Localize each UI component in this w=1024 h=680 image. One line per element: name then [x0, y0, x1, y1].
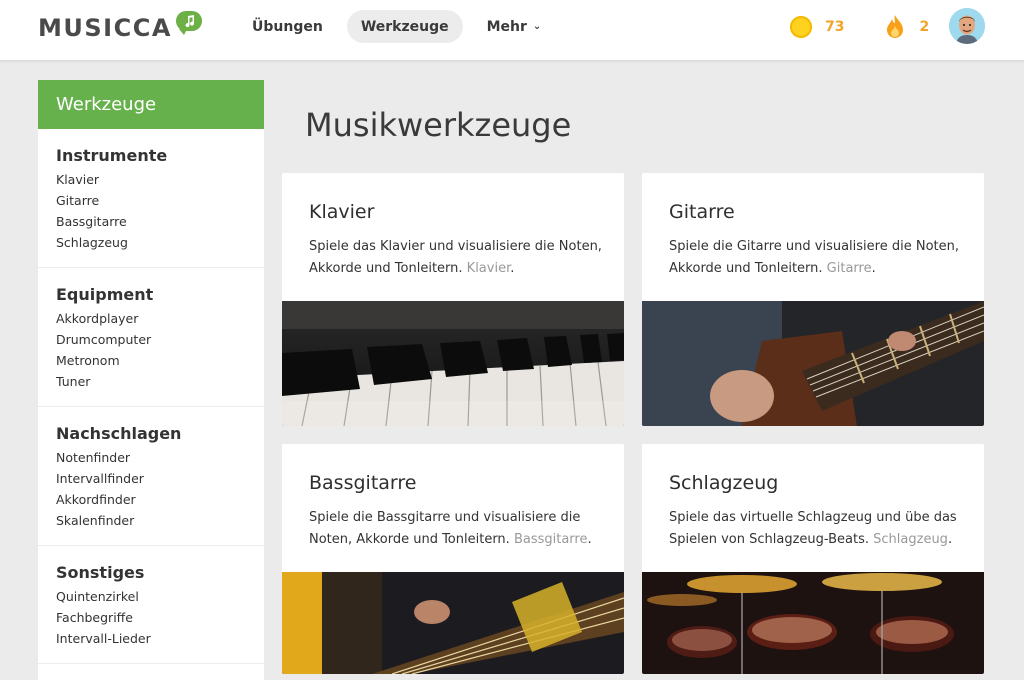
- sidebar-link-fachbegriffe[interactable]: Fachbegriffe: [56, 607, 246, 628]
- card-schlagzeug[interactable]: Schlagzeug Spiele das virtuelle Schlagze…: [642, 444, 984, 674]
- card-link[interactable]: Klavier: [467, 261, 511, 276]
- card-bassgitarre[interactable]: Bassgitarre Spiele die Bassgitarre und v…: [282, 444, 624, 674]
- sidebar-section-equipment: Equipment Akkordplayer Drumcomputer Metr…: [38, 268, 264, 407]
- card-link[interactable]: Gitarre: [827, 261, 872, 276]
- sidebar-link-schlagzeug[interactable]: Schlagzeug: [56, 232, 246, 253]
- avatar[interactable]: [949, 8, 985, 44]
- sidebar-link-notenfinder[interactable]: Notenfinder: [56, 447, 246, 468]
- main-nav: Übungen Werkzeuge Mehr ⌄: [238, 10, 555, 43]
- sidebar-link-intervallfinder[interactable]: Intervallfinder: [56, 468, 246, 489]
- nav-werkzeuge[interactable]: Werkzeuge: [346, 10, 463, 43]
- card-link[interactable]: Bassgitarre: [514, 532, 588, 547]
- user-stats: 73 2: [790, 14, 929, 40]
- section-title: Equipment: [56, 285, 154, 304]
- nav-werkzeuge-label: Werkzeuge: [360, 18, 449, 35]
- sidebar: Werkzeuge Instrumente Klavier Gitarre Ba…: [38, 80, 264, 680]
- section-title: Sonstiges: [56, 563, 145, 582]
- page-title: Musikwerkzeuge: [305, 106, 572, 144]
- bass-guitar-image: [282, 572, 624, 674]
- nav-mehr-label: Mehr: [486, 18, 527, 35]
- sidebar-section-instrumente: Instrumente Klavier Gitarre Bassgitarre …: [38, 129, 264, 268]
- logo-text: MUSICCA: [38, 14, 172, 42]
- coin-count: 73: [825, 19, 845, 35]
- top-bar: MUSICCA Übungen Werkzeuge Mehr ⌄ 73 2: [0, 0, 1024, 61]
- nav-mehr[interactable]: Mehr ⌄: [473, 10, 556, 43]
- card-description: Spiele die Bassgitarre und visualisiere …: [309, 510, 592, 547]
- card-description-text: Spiele das Klavier und visualisiere die …: [309, 239, 602, 276]
- guitar-image: [642, 301, 984, 426]
- music-note-icon: [175, 11, 202, 35]
- sidebar-section-nachschlagen: Nachschlagen Notenfinder Intervallfinder…: [38, 407, 264, 546]
- nav-uebungen[interactable]: Übungen: [238, 10, 337, 43]
- piano-image: [282, 301, 624, 426]
- sidebar-link-akkordplayer[interactable]: Akkordplayer: [56, 308, 246, 329]
- sidebar-link-akkordfinder[interactable]: Akkordfinder: [56, 489, 246, 510]
- card-description: Spiele die Gitarre und visualisiere die …: [669, 239, 959, 276]
- drum-kit-image: [642, 572, 984, 674]
- section-title: Instrumente: [56, 146, 168, 165]
- card-title: Klavier: [309, 201, 375, 223]
- card-klavier[interactable]: Klavier Spiele das Klavier und visualisi…: [282, 173, 624, 426]
- section-title: Nachschlagen: [56, 424, 182, 443]
- sidebar-link-quintenzirkel[interactable]: Quintenzirkel: [56, 586, 246, 607]
- sidebar-link-klavier[interactable]: Klavier: [56, 169, 246, 190]
- card-description-text: Spiele die Gitarre und visualisiere die …: [669, 239, 959, 276]
- sidebar-title: Werkzeuge: [38, 80, 264, 129]
- nav-uebungen-label: Übungen: [252, 18, 323, 35]
- card-title: Gitarre: [669, 201, 735, 223]
- card-link[interactable]: Schlagzeug: [873, 532, 948, 547]
- sidebar-link-intervall-lieder[interactable]: Intervall-Lieder: [56, 628, 246, 649]
- sidebar-link-tuner[interactable]: Tuner: [56, 371, 246, 392]
- sidebar-link-bassgitarre[interactable]: Bassgitarre: [56, 211, 246, 232]
- flame-icon: [887, 15, 904, 38]
- coin-icon: [790, 16, 812, 38]
- card-gitarre[interactable]: Gitarre Spiele die Gitarre und visualisi…: [642, 173, 984, 426]
- streak-count: 2: [919, 19, 930, 35]
- sidebar-link-drumcomputer[interactable]: Drumcomputer: [56, 329, 246, 350]
- sidebar-link-skalenfinder[interactable]: Skalenfinder: [56, 510, 246, 531]
- logo[interactable]: MUSICCA: [38, 11, 202, 44]
- card-description: Spiele das Klavier und visualisiere die …: [309, 239, 602, 276]
- sidebar-section-sonstiges: Sonstiges Quintenzirkel Fachbegriffe Int…: [38, 546, 264, 664]
- card-description: Spiele das virtuelle Schlagzeug und übe …: [669, 510, 957, 547]
- card-title: Schlagzeug: [669, 472, 779, 494]
- card-title: Bassgitarre: [309, 472, 417, 494]
- chevron-down-icon: ⌄: [532, 21, 542, 32]
- sidebar-link-metronom[interactable]: Metronom: [56, 350, 246, 371]
- sidebar-link-gitarre[interactable]: Gitarre: [56, 190, 246, 211]
